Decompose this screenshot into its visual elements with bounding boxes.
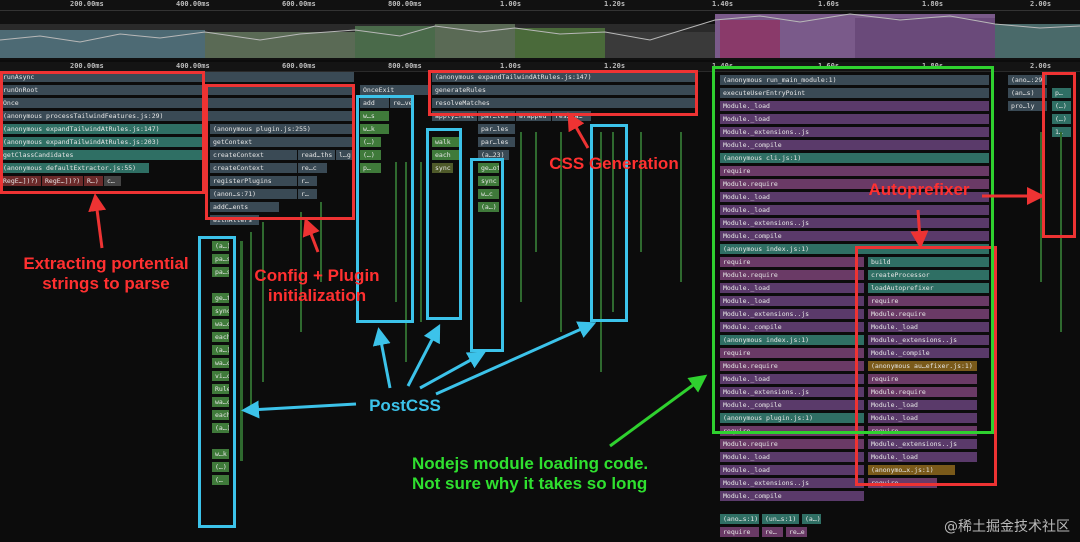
annotation-label-config: Config + Plugin initialization [254, 266, 380, 306]
annotation-label-extracting: Extracting portential strings to parse [23, 254, 189, 294]
watermark: @稀土掘金技术社区 [944, 519, 1070, 535]
annotation-label-autoprefixer: Autoprefixer [868, 180, 970, 199]
annotation-label-css-generation: CSS Generation [549, 154, 679, 173]
annotation-label-nodejs: Nodejs module loading code. Not sure why… [412, 454, 649, 494]
annotation-label-postcss: PostCSS [369, 396, 441, 415]
